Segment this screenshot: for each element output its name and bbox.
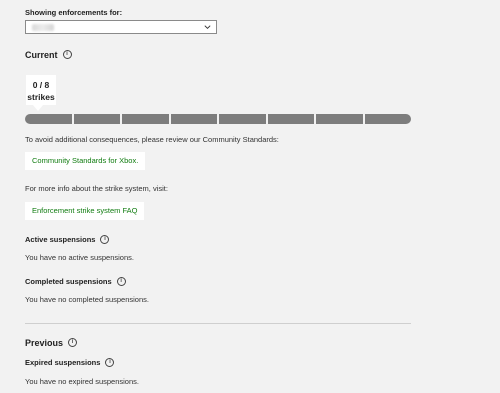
expired-suspensions-title: Expired suspensions i xyxy=(25,357,115,368)
strike-segment xyxy=(25,114,72,124)
strike-badge-pointer xyxy=(33,105,43,111)
active-suspensions-title: Active suspensions i xyxy=(25,234,110,245)
previous-title-text: Previous xyxy=(25,338,64,348)
section-divider xyxy=(25,323,411,324)
completed-suspensions-title-text: Completed suspensions xyxy=(25,277,112,286)
account-select[interactable] xyxy=(25,20,217,34)
strike-faq-link[interactable]: Enforcement strike system FAQ xyxy=(25,202,145,220)
current-section-title: Current i xyxy=(25,50,72,60)
strike-count-badge: 0 / 8 strikes xyxy=(26,75,56,105)
strike-segment xyxy=(219,114,266,124)
strike-segment xyxy=(316,114,363,124)
review-standards-text: To avoid additional consequences, please… xyxy=(25,135,279,144)
strike-unit: strikes xyxy=(27,92,55,102)
current-title-text: Current xyxy=(25,50,58,60)
redacted-account-name xyxy=(32,24,54,31)
community-standards-link[interactable]: Community Standards for Xbox. xyxy=(25,152,146,170)
info-icon[interactable]: i xyxy=(105,357,115,367)
info-icon[interactable]: i xyxy=(68,338,78,348)
strike-segment xyxy=(364,114,411,124)
strike-segment xyxy=(267,114,314,124)
active-suspensions-title-text: Active suspensions xyxy=(25,235,96,244)
info-icon[interactable]: i xyxy=(116,276,126,286)
completed-suspensions-title: Completed suspensions i xyxy=(25,276,126,287)
strike-segment xyxy=(122,114,169,124)
info-icon[interactable]: i xyxy=(62,50,72,60)
previous-section-title: Previous i xyxy=(25,338,78,348)
strike-segment xyxy=(170,114,217,124)
strike-segment xyxy=(73,114,120,124)
chevron-down-icon xyxy=(204,25,211,29)
info-icon[interactable]: i xyxy=(100,234,110,244)
completed-suspensions-text: You have no completed suspensions. xyxy=(25,295,149,304)
strike-count: 0 / 8 xyxy=(32,80,50,90)
strike-progress-bar xyxy=(25,114,411,124)
expired-suspensions-text: You have no expired suspensions. xyxy=(25,377,139,386)
active-suspensions-text: You have no active suspensions. xyxy=(25,253,134,262)
more-info-text: For more info about the strike system, v… xyxy=(25,184,168,193)
showing-enforcements-label: Showing enforcements for: xyxy=(25,8,123,17)
expired-suspensions-title-text: Expired suspensions xyxy=(25,358,101,367)
